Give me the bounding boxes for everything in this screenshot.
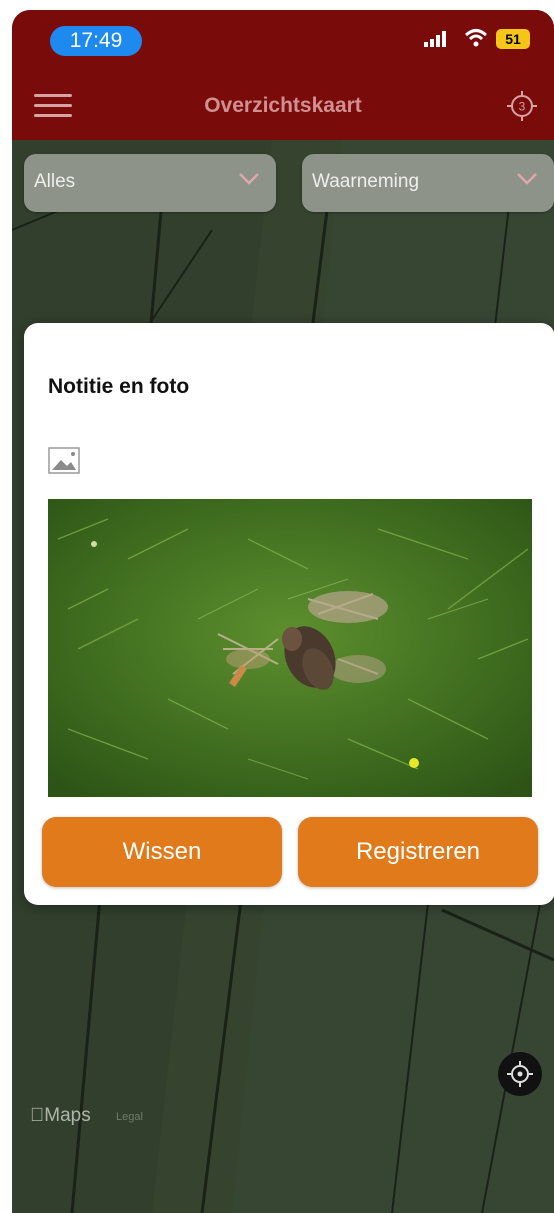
- status-time: 17:49: [50, 26, 142, 56]
- locate-icon[interactable]: [498, 1052, 542, 1096]
- badge-count: 3: [519, 100, 526, 114]
- page-title: Overzichtskaart: [204, 94, 362, 117]
- category-select-value: Alles: [34, 171, 76, 192]
- signal-icon: [424, 31, 454, 52]
- clear-button[interactable]: Wissen: [42, 817, 282, 887]
- note-photo-dialog: Notitie en foto Wissen Registreren: [24, 323, 554, 905]
- wifi-icon: [464, 28, 488, 53]
- maps-attribution: Maps: [30, 1105, 91, 1127]
- image-add-icon[interactable]: [48, 445, 82, 475]
- type-select[interactable]: Waarneming: [302, 154, 554, 212]
- attached-photo: [48, 499, 532, 797]
- chevron-down-icon: [516, 172, 538, 191]
- chevron-down-icon: [238, 172, 260, 191]
- status-bar: 17:49 51: [12, 10, 554, 72]
- maps-attribution-text: Maps: [30, 1105, 90, 1126]
- register-button[interactable]: Registreren: [298, 817, 538, 887]
- layers-count-icon[interactable]: 3: [506, 90, 538, 122]
- apple-logo-icon: : [30, 1105, 44, 1126]
- type-select-value: Waarneming: [312, 171, 420, 192]
- app-screen: 17:49 51 Overzichtskaart 3 Alles Waarnem…: [12, 10, 554, 1213]
- battery-indicator: 51: [496, 29, 530, 49]
- dialog-title: Notitie en foto: [48, 375, 190, 398]
- category-select[interactable]: Alles: [24, 154, 276, 212]
- top-navigation-bar: Overzichtskaart 3: [12, 72, 554, 140]
- maps-legal-link[interactable]: Legal: [116, 1111, 143, 1123]
